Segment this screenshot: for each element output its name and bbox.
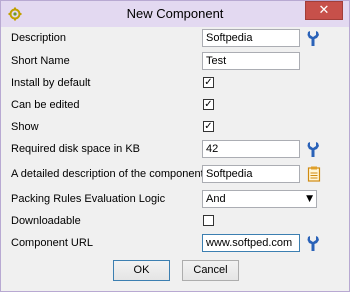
component-url-label: Component URL [11,237,93,249]
detailed-description-label: A detailed description of the component [11,168,204,180]
packing-rules-select[interactable]: And ▼ [202,190,317,208]
row-disk-space: Required disk space in KB [1,139,349,161]
row-short-name: Short Name [1,51,349,73]
short-name-label: Short Name [11,55,70,67]
wrench-icon[interactable] [307,140,321,158]
wrench-icon[interactable] [307,29,321,47]
cancel-button[interactable]: Cancel [182,260,239,281]
can-be-edited-label: Can be edited [11,99,80,111]
window-title: New Component [126,6,224,21]
downloadable-checkbox[interactable] [203,215,214,226]
downloadable-label: Downloadable [11,215,81,227]
notepad-icon[interactable] [307,165,321,183]
row-description: Description [1,28,349,50]
install-by-default-checkbox[interactable]: ✓ [203,77,214,88]
row-can-be-edited: Can be edited ✓ [1,95,349,117]
close-button[interactable]: ✕ [305,1,343,20]
ok-button[interactable]: OK [113,260,170,281]
row-downloadable: Downloadable [1,211,349,233]
show-label: Show [11,121,39,133]
row-install-by-default: Install by default ✓ [1,73,349,95]
wrench-icon[interactable] [307,234,321,252]
title-bar[interactable]: New Component ✕ [1,1,349,27]
chevron-down-icon: ▼ [306,194,313,204]
install-by-default-label: Install by default [11,77,91,89]
description-label: Description [11,32,67,44]
row-packing-rules: Packing Rules Evaluation Logic And ▼ [1,189,349,211]
row-detailed-description: A detailed description of the component [1,164,349,186]
detailed-description-input[interactable] [202,165,300,183]
component-url-input[interactable] [202,234,300,252]
row-show: Show ✓ [1,117,349,139]
show-checkbox[interactable]: ✓ [203,121,214,132]
description-input[interactable] [202,29,300,47]
short-name-input[interactable] [202,52,300,70]
disk-space-input[interactable] [202,140,300,158]
packing-rules-label: Packing Rules Evaluation Logic [11,193,166,205]
row-component-url: Component URL [0,233,348,255]
can-be-edited-checkbox[interactable]: ✓ [203,99,214,110]
packing-rules-value: And [206,193,226,205]
disk-space-label: Required disk space in KB [11,143,141,155]
